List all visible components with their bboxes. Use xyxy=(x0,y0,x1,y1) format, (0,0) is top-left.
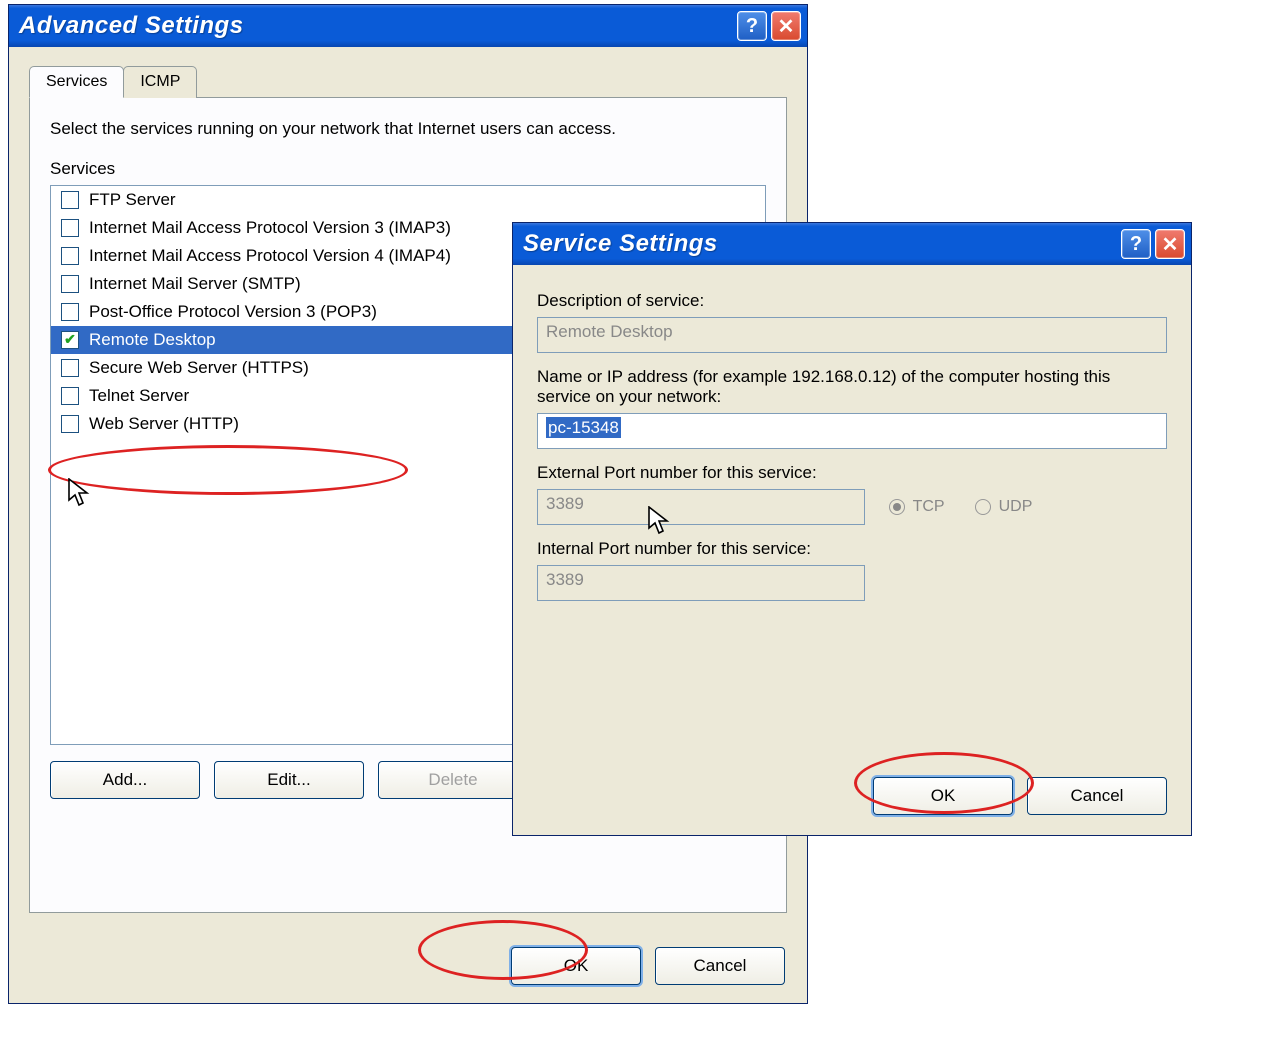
description-field: Remote Desktop xyxy=(537,317,1167,353)
description-value: Remote Desktop xyxy=(546,322,673,341)
cancel-button[interactable]: Cancel xyxy=(655,947,785,985)
list-item-label: Telnet Server xyxy=(89,386,189,406)
titlebar[interactable]: Service Settings ? ✕ xyxy=(513,223,1191,265)
tab-strip: Services ICMP xyxy=(29,66,787,98)
internal-port-field: 3389 xyxy=(537,565,865,601)
window-title: Service Settings xyxy=(523,230,718,258)
titlebar[interactable]: Advanced Settings ? ✕ xyxy=(9,5,807,47)
delete-button: Delete xyxy=(378,761,528,799)
tab-services[interactable]: Services xyxy=(29,66,124,98)
tcp-radio: TCP xyxy=(889,498,945,516)
window-title: Advanced Settings xyxy=(19,12,244,40)
checkbox-icon[interactable] xyxy=(61,275,79,293)
checkbox-icon[interactable] xyxy=(61,387,79,405)
checkbox-icon[interactable] xyxy=(61,191,79,209)
close-button[interactable]: ✕ xyxy=(771,11,801,41)
list-item-label: Web Server (HTTP) xyxy=(89,414,239,434)
help-icon: ? xyxy=(1130,233,1142,256)
ok-button[interactable]: OK xyxy=(873,777,1013,815)
tcp-label: TCP xyxy=(913,498,945,516)
checkbox-icon[interactable] xyxy=(61,359,79,377)
external-port-label: External Port number for this service: xyxy=(537,463,1167,483)
close-icon: ✕ xyxy=(778,14,795,39)
ok-button[interactable]: OK xyxy=(511,947,641,985)
instruction-text: Select the services running on your netw… xyxy=(50,118,766,141)
help-button[interactable]: ? xyxy=(1121,229,1151,259)
list-item-label: Internet Mail Access Protocol Version 3 … xyxy=(89,218,451,238)
help-icon: ? xyxy=(746,15,758,38)
udp-label: UDP xyxy=(999,498,1033,516)
add-button[interactable]: Add... xyxy=(50,761,200,799)
external-port-field: 3389 xyxy=(537,489,865,525)
checkbox-icon[interactable] xyxy=(61,247,79,265)
service-settings-dialog: Service Settings ? ✕ Description of serv… xyxy=(512,222,1192,836)
services-label: Services xyxy=(50,159,766,179)
radio-icon xyxy=(889,499,905,515)
checkbox-icon[interactable] xyxy=(61,219,79,237)
list-item-label: Remote Desktop xyxy=(89,330,216,350)
tab-icmp[interactable]: ICMP xyxy=(123,66,197,98)
list-item-label: Internet Mail Access Protocol Version 4 … xyxy=(89,246,451,266)
edit-button[interactable]: Edit... xyxy=(214,761,364,799)
checkbox-icon[interactable]: ✔ xyxy=(61,331,79,349)
internal-port-value: 3389 xyxy=(546,570,584,589)
host-value: pc-15348 xyxy=(546,417,621,438)
list-item-label: Internet Mail Server (SMTP) xyxy=(89,274,301,294)
close-button[interactable]: ✕ xyxy=(1155,229,1185,259)
internal-port-label: Internal Port number for this service: xyxy=(537,539,1167,559)
list-item-label: Secure Web Server (HTTPS) xyxy=(89,358,309,378)
list-item-label: FTP Server xyxy=(89,190,176,210)
list-item[interactable]: FTP Server xyxy=(51,186,765,214)
host-field[interactable]: pc-15348 xyxy=(537,413,1167,449)
radio-icon xyxy=(975,499,991,515)
checkbox-icon[interactable] xyxy=(61,303,79,321)
list-item-label: Post-Office Protocol Version 3 (POP3) xyxy=(89,302,377,322)
cancel-button[interactable]: Cancel xyxy=(1027,777,1167,815)
close-icon: ✕ xyxy=(1162,232,1179,257)
host-label: Name or IP address (for example 192.168.… xyxy=(537,367,1167,407)
external-port-value: 3389 xyxy=(546,494,584,513)
help-button[interactable]: ? xyxy=(737,11,767,41)
checkbox-icon[interactable] xyxy=(61,415,79,433)
description-label: Description of service: xyxy=(537,291,1167,311)
udp-radio: UDP xyxy=(975,498,1033,516)
